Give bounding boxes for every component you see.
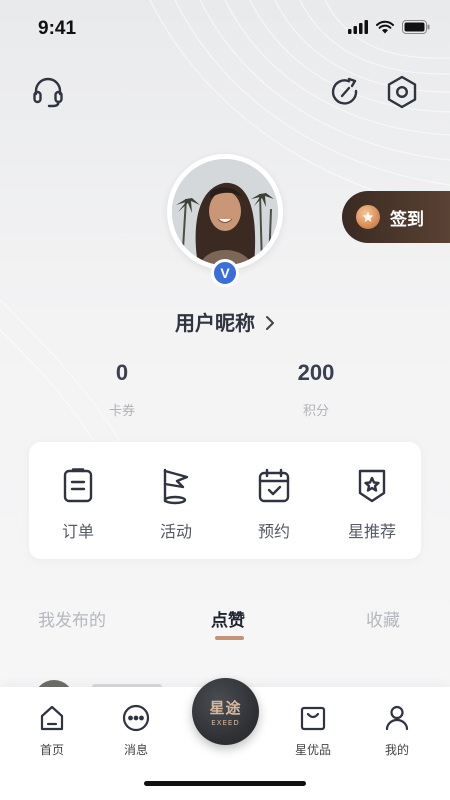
brand-logo-text: 星途 bbox=[209, 698, 242, 717]
stat-coupons-label: 卡券 bbox=[108, 404, 135, 419]
nickname-text: 用户昵称 bbox=[175, 311, 255, 335]
status-time: 9:41 bbox=[38, 18, 77, 39]
tabbar-shop[interactable]: 星优品 bbox=[273, 701, 353, 758]
verified-badge: V bbox=[211, 259, 239, 287]
status-icons bbox=[348, 20, 430, 34]
stat-points-value: 200 bbox=[297, 360, 335, 385]
avatar[interactable] bbox=[167, 154, 283, 270]
action-reservation[interactable]: 预约 bbox=[225, 442, 323, 559]
cellular-signal-icon bbox=[348, 20, 368, 34]
message-dots-icon bbox=[119, 701, 153, 735]
content-tabs: 我发布的 点赞 收藏 bbox=[0, 598, 450, 648]
stat-points[interactable]: 200 积分 bbox=[266, 360, 366, 419]
signin-label: 签到 bbox=[390, 209, 424, 230]
hexagon-settings-icon bbox=[387, 75, 417, 109]
flag-icon bbox=[156, 466, 196, 506]
tabbar-home-label: 首页 bbox=[39, 743, 64, 757]
nickname-link[interactable]: 用户昵称 bbox=[0, 307, 450, 336]
wifi-icon bbox=[376, 20, 394, 34]
action-activities-label: 活动 bbox=[159, 522, 192, 541]
status-bar: 9:41 bbox=[0, 0, 450, 56]
refresh-button[interactable] bbox=[325, 72, 365, 112]
action-activities[interactable]: 活动 bbox=[127, 442, 225, 559]
signin-coin-icon bbox=[356, 205, 380, 229]
settings-button[interactable] bbox=[382, 72, 422, 112]
tabbar-messages[interactable]: 消息 bbox=[96, 701, 176, 758]
signin-button[interactable]: 签到 bbox=[342, 191, 450, 243]
calendar-check-icon bbox=[254, 466, 294, 506]
stat-coupons-value: 0 bbox=[115, 360, 129, 385]
customer-service-button[interactable] bbox=[28, 72, 68, 112]
star-badge-icon bbox=[352, 466, 392, 506]
tabbar-mine-label: 我的 bbox=[384, 743, 409, 757]
headset-icon bbox=[33, 77, 63, 108]
avatar-photo bbox=[172, 159, 278, 265]
active-tab-indicator bbox=[215, 636, 244, 640]
action-star-recommend-label: 星推荐 bbox=[347, 522, 396, 541]
chevron-right-icon bbox=[265, 311, 275, 335]
tab-favorites[interactable]: 收藏 bbox=[366, 606, 400, 631]
action-star-recommend[interactable]: 星推荐 bbox=[323, 442, 421, 559]
stat-points-label: 积分 bbox=[302, 404, 329, 419]
tab-likes[interactable]: 点赞 bbox=[211, 606, 245, 631]
home-indicator bbox=[144, 781, 306, 786]
tabbar-home[interactable]: 首页 bbox=[12, 701, 92, 758]
shopping-bag-icon bbox=[296, 701, 330, 735]
brand-center-button[interactable]: 星途 EXEED bbox=[192, 678, 259, 745]
action-orders-label: 订单 bbox=[61, 522, 94, 541]
clipboard-icon bbox=[58, 466, 98, 506]
stat-coupons[interactable]: 0 卡券 bbox=[72, 360, 172, 419]
refresh-icon bbox=[331, 77, 358, 105]
action-orders[interactable]: 订单 bbox=[29, 442, 127, 559]
person-icon bbox=[380, 701, 414, 735]
tabbar-messages-label: 消息 bbox=[123, 743, 148, 757]
action-reservation-label: 预约 bbox=[257, 522, 290, 541]
tabbar-mine[interactable]: 我的 bbox=[357, 701, 437, 758]
battery-icon bbox=[402, 20, 430, 34]
brand-logo-subtitle: EXEED bbox=[211, 718, 240, 727]
quick-actions-card: 订单 活动 预约 星推荐 bbox=[29, 442, 421, 559]
tabbar-shop-label: 星优品 bbox=[294, 743, 331, 757]
home-icon bbox=[35, 701, 69, 735]
tab-my-posts[interactable]: 我发布的 bbox=[38, 606, 106, 631]
